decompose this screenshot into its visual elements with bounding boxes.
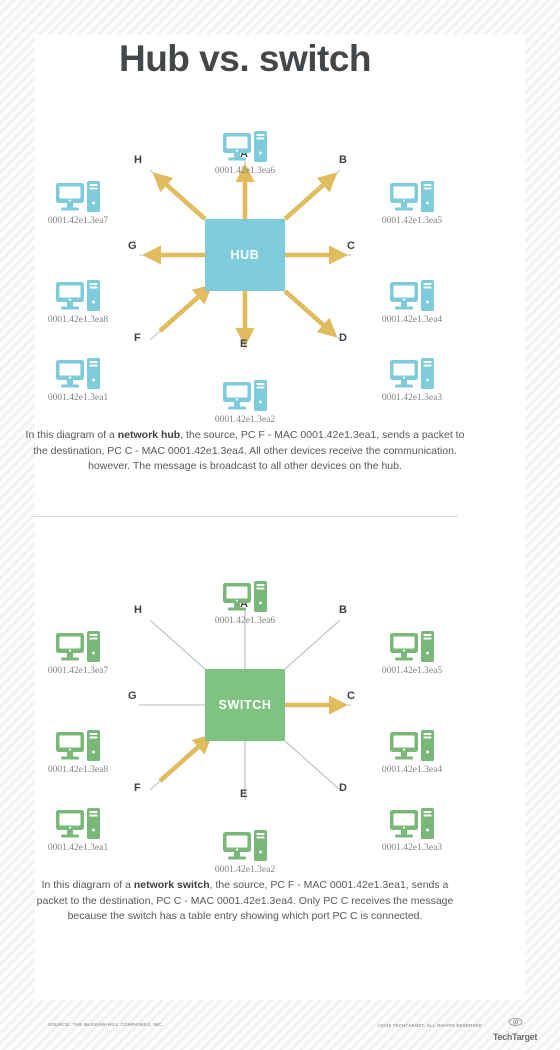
device-mac-H: 0001.42e1.3ea7 [47, 666, 109, 676]
device-mac-F: 0001.42e1.3ea1 [47, 393, 109, 403]
device-node-F: 0001.42e1.3ea1 [23, 808, 133, 853]
device-node-B: 0001.42e1.3ea5 [357, 631, 467, 676]
port-label-E: E [240, 338, 248, 350]
device-node-C: 0001.42e1.3ea4 [357, 730, 467, 775]
computer-icon [223, 581, 267, 612]
device-mac-E: 0001.42e1.3ea2 [214, 415, 276, 425]
computer-icon [390, 631, 434, 662]
computer-icon [223, 830, 267, 861]
device-node-A: 0001.42e1.3ea6 [190, 581, 300, 626]
switch-caption-bold: network switch [133, 879, 210, 891]
device-node-H: 0001.42e1.3ea7 [23, 181, 133, 226]
computer-icon [223, 380, 267, 411]
device-mac-A: 0001.42e1.3ea6 [214, 616, 276, 626]
hub-caption: In this diagram of a network hub, the so… [25, 428, 465, 475]
port-label-G: G [128, 240, 137, 252]
computer-icon [390, 808, 434, 839]
port-label-C: C [347, 690, 355, 702]
device-node-G: 0001.42e1.3ea8 [23, 280, 133, 325]
hub-box-label: HUB [230, 248, 260, 262]
device-mac-A: 0001.42e1.3ea6 [214, 166, 276, 176]
port-label-B: B [339, 154, 347, 166]
switch-caption: In this diagram of a network switch, the… [25, 878, 465, 925]
device-mac-G: 0001.42e1.3ea8 [47, 765, 109, 775]
switch-caption-part1: In this diagram of a [41, 879, 134, 891]
device-node-D: 0001.42e1.3ea3 [357, 808, 467, 853]
link-D [283, 289, 338, 338]
computer-icon [56, 280, 100, 311]
port-label-D: D [339, 332, 347, 344]
footer-source: SOURCE: THE McGRAW-HILL COMPANIES, INC. [48, 1022, 164, 1027]
page-title: Hub vs. switch [118, 38, 372, 79]
link-B [283, 172, 338, 221]
footer-copyright: ©2019 TECHTARGET. ALL RIGHTS RESERVED [377, 1023, 482, 1028]
device-node-A: 0001.42e1.3ea6 [190, 131, 300, 176]
port-label-H: H [134, 604, 142, 616]
port-label-F: F [134, 332, 141, 344]
device-node-E: 0001.42e1.3ea2 [190, 830, 300, 875]
computer-icon [56, 730, 100, 761]
link-H [149, 619, 206, 670]
port-label-F: F [134, 782, 141, 794]
device-mac-H: 0001.42e1.3ea7 [47, 216, 109, 226]
port-label-H: H [134, 154, 142, 166]
techtarget-logo: TechTarget [486, 1014, 544, 1042]
computer-icon [390, 181, 434, 212]
device-node-C: 0001.42e1.3ea4 [357, 280, 467, 325]
device-node-F: 0001.42e1.3ea1 [23, 358, 133, 403]
link-B [284, 619, 341, 670]
device-node-D: 0001.42e1.3ea3 [357, 358, 467, 403]
device-mac-B: 0001.42e1.3ea5 [381, 666, 443, 676]
port-label-C: C [347, 240, 355, 252]
device-mac-B: 0001.42e1.3ea5 [381, 216, 443, 226]
computer-icon [223, 131, 267, 162]
hub-diagram: HUB A 0001.42e1.3ea6 B 0001.42e1.3ea5 C 0001.4… [0, 95, 490, 425]
computer-icon [390, 730, 434, 761]
hub-box: HUB [205, 219, 285, 291]
device-mac-F: 0001.42e1.3ea1 [47, 843, 109, 853]
switch-box: SWITCH [205, 669, 285, 741]
link-H [152, 172, 207, 221]
computer-icon [56, 631, 100, 662]
switch-diagram: SWITCH A 0001.42e1.3ea6 B 0001.42e1.3ea5 C 000… [0, 545, 490, 875]
computer-icon [56, 358, 100, 389]
computer-icon [56, 808, 100, 839]
link-F [158, 734, 213, 783]
switch-box-label: SWITCH [218, 698, 272, 712]
port-label-B: B [339, 604, 347, 616]
device-mac-D: 0001.42e1.3ea3 [381, 843, 443, 853]
device-node-B: 0001.42e1.3ea5 [357, 181, 467, 226]
port-label-E: E [240, 788, 248, 800]
computer-icon [390, 358, 434, 389]
link-F [158, 284, 213, 333]
device-mac-D: 0001.42e1.3ea3 [381, 393, 443, 403]
hub-caption-bold: network hub [117, 429, 181, 441]
computer-icon [56, 181, 100, 212]
port-label-D: D [339, 782, 347, 794]
hub-caption-part1: In this diagram of a [25, 429, 118, 441]
port-label-G: G [128, 690, 137, 702]
device-mac-C: 0001.42e1.3ea4 [381, 315, 443, 325]
techtarget-wordmark: TechTarget [492, 1032, 538, 1042]
device-node-H: 0001.42e1.3ea7 [23, 631, 133, 676]
device-node-G: 0001.42e1.3ea8 [23, 730, 133, 775]
section-divider [32, 516, 458, 517]
link-D [284, 740, 341, 791]
techtarget-eye-icon [508, 1018, 522, 1026]
device-mac-C: 0001.42e1.3ea4 [381, 765, 443, 775]
device-mac-E: 0001.42e1.3ea2 [214, 865, 276, 875]
device-mac-G: 0001.42e1.3ea8 [47, 315, 109, 325]
computer-icon [390, 280, 434, 311]
device-node-E: 0001.42e1.3ea2 [190, 380, 300, 425]
